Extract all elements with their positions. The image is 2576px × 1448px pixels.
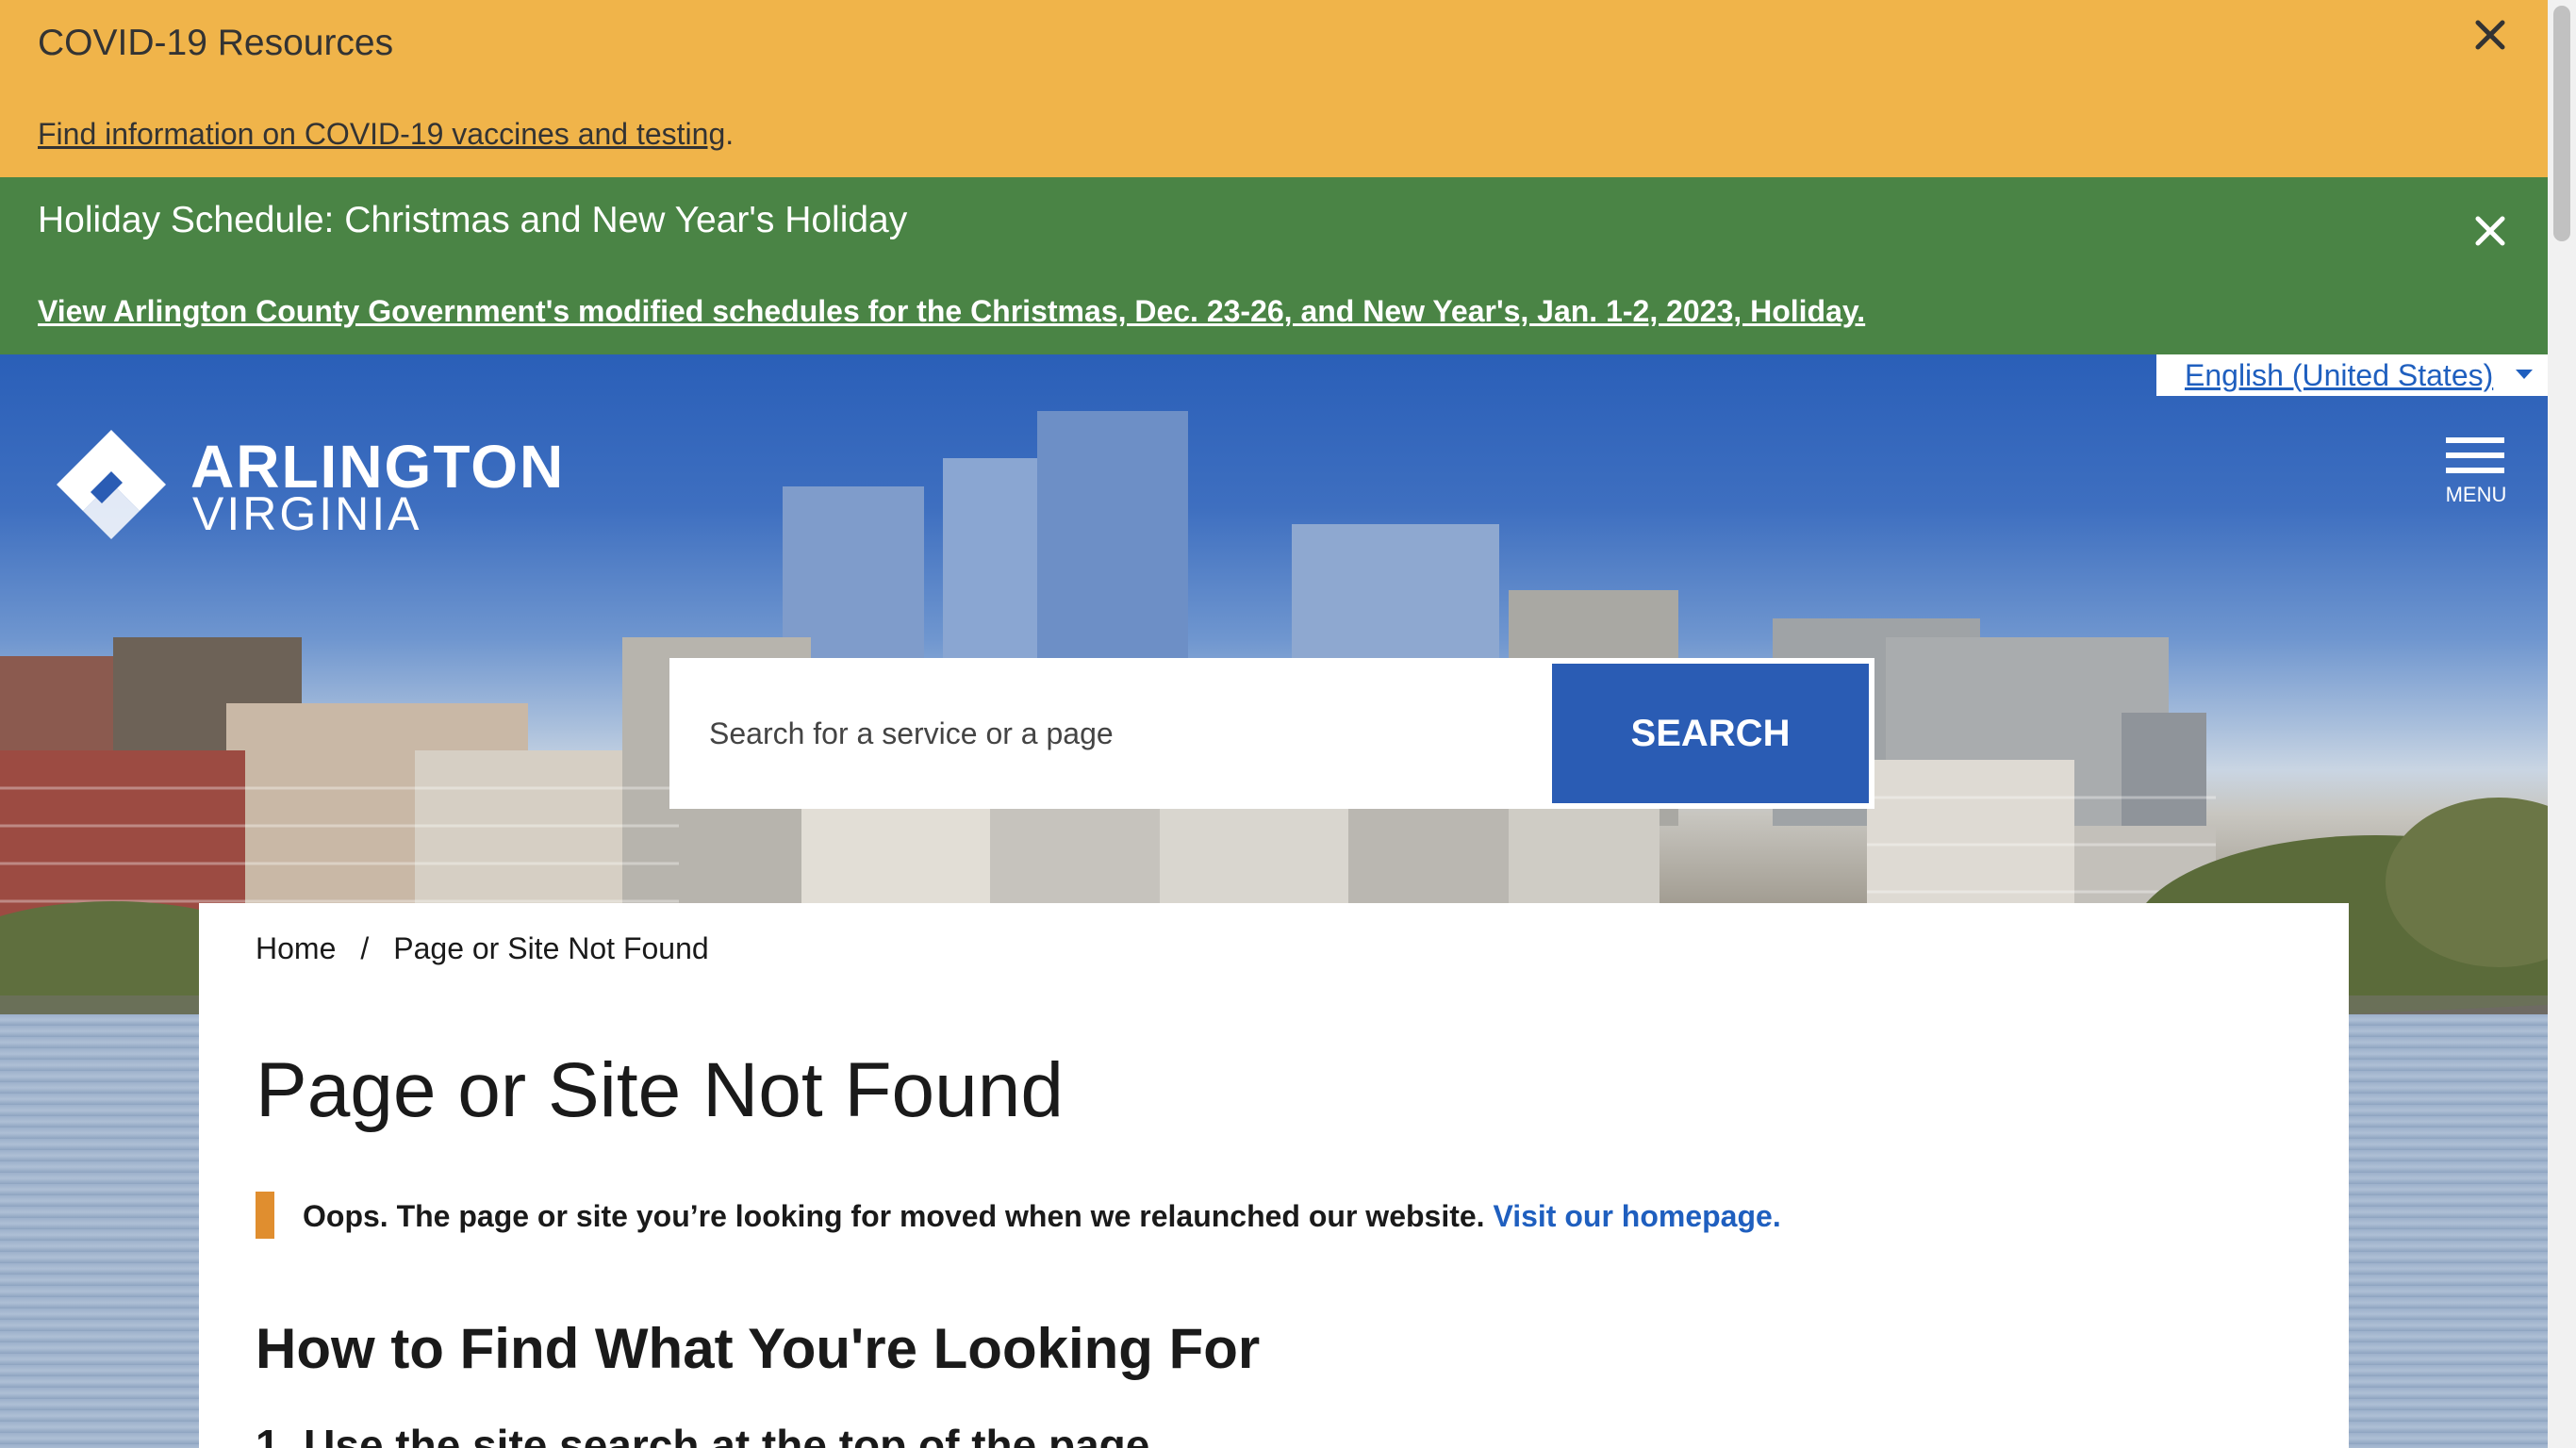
notice-message: Oops. The page or site you’re looking fo… (303, 1199, 1781, 1234)
holiday-alert-close-button[interactable] (2469, 209, 2512, 253)
covid-alert-close-button[interactable] (2469, 13, 2512, 57)
logo-text-virginia: VIRGINIA (192, 487, 422, 540)
close-icon (2475, 216, 2505, 246)
covid-link-suffix: . (725, 117, 735, 151)
language-selector[interactable]: English (United States) (2156, 354, 2548, 396)
holiday-alert-title: Holiday Schedule: Christmas and New Year… (38, 200, 908, 240)
covid-info-link[interactable]: Find information on COVID-19 vaccines an… (38, 117, 725, 151)
menu-button[interactable]: MENU (2438, 434, 2514, 509)
caret-down-icon (2516, 370, 2533, 379)
site-logo[interactable]: ARLINGTON VIRGINIA (53, 426, 581, 549)
page-title: Page or Site Not Found (256, 1047, 1064, 1133)
hamburger-bar (2446, 452, 2504, 458)
breadcrumb-current: Page or Site Not Found (393, 931, 709, 965)
breadcrumb-home-link[interactable]: Home (256, 931, 336, 965)
holiday-schedule-link[interactable]: View Arlington County Government's modif… (38, 294, 1865, 329)
viewport: COVID-19 Resources Find information on C… (0, 0, 2548, 1448)
covid-alert-message: Find information on COVID-19 vaccines an… (38, 117, 734, 152)
menu-label: MENU (2445, 483, 2507, 506)
search-button[interactable]: SEARCH (1552, 664, 1869, 803)
scrollbar-thumb[interactable] (2553, 6, 2570, 241)
holiday-alert-banner: Holiday Schedule: Christmas and New Year… (0, 177, 2548, 354)
page-scrollbar[interactable] (2548, 0, 2576, 1448)
homepage-link[interactable]: Visit our homepage. (1493, 1199, 1780, 1233)
site-search: SEARCH (669, 658, 1874, 809)
breadcrumb: Home / Page or Site Not Found (256, 931, 709, 966)
section-heading: How to Find What You're Looking For (256, 1317, 1261, 1380)
notice-text: Oops. The page or site you’re looking fo… (303, 1199, 1485, 1233)
hamburger-bar (2446, 468, 2504, 473)
list-item: 1. Use the site search at the top of the… (256, 1421, 1163, 1448)
main-content-card: Home / Page or Site Not Found Page or Site… (199, 903, 2349, 1448)
covid-alert-title: COVID-19 Resources (38, 23, 394, 63)
breadcrumb-separator: / (360, 931, 370, 965)
arlington-logo-icon (57, 430, 166, 539)
language-selected-label[interactable]: English (United States) (2185, 358, 2493, 393)
covid-alert-banner: COVID-19 Resources Find information on C… (0, 0, 2548, 177)
notice-accent-bar (256, 1192, 274, 1239)
close-icon (2475, 20, 2505, 50)
hamburger-bar (2446, 437, 2504, 443)
search-input[interactable] (669, 658, 1546, 809)
